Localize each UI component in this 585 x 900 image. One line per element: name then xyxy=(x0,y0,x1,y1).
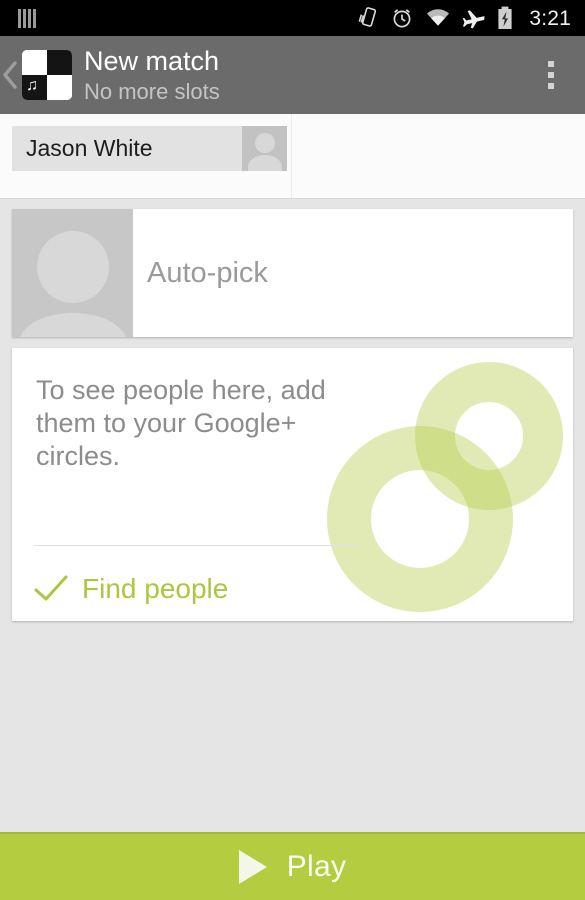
play-button-label: Play xyxy=(286,850,347,883)
recipient-avatar xyxy=(242,126,287,171)
auto-pick-label: Auto-pick xyxy=(147,256,268,289)
status-bar-right: 3:21 xyxy=(357,6,571,30)
status-bar: 3:21 xyxy=(0,0,585,36)
vibrate-icon xyxy=(358,7,377,27)
airplane-mode-icon xyxy=(463,10,485,29)
battery-charging-icon xyxy=(498,6,512,29)
page-title: New match xyxy=(84,45,220,76)
action-bar: ♫ New match No more slots xyxy=(0,36,585,114)
overflow-dot xyxy=(548,72,554,78)
music-note-icon: ♫ xyxy=(26,77,38,94)
auto-pick-avatar xyxy=(12,209,133,337)
overflow-menu-button[interactable] xyxy=(527,36,575,114)
auto-pick-row[interactable]: Auto-pick xyxy=(12,209,573,337)
status-bar-left xyxy=(18,8,36,28)
recipient-chip-jason-white[interactable]: Jason White xyxy=(12,126,287,171)
check-icon xyxy=(34,575,68,601)
find-people-label: Find people xyxy=(82,573,229,604)
status-bar-clock: 3:21 xyxy=(529,6,571,30)
empty-state-card: To see people here, add them to your Goo… xyxy=(12,348,573,621)
play-triangle-icon xyxy=(238,850,267,884)
card-divider xyxy=(34,545,359,546)
wifi-icon xyxy=(427,9,450,26)
action-bar-titles: New match No more slots xyxy=(84,46,527,105)
alarm-clock-icon xyxy=(393,9,411,28)
recipient-chip-label: Jason White xyxy=(26,135,153,161)
recipient-field-divider xyxy=(291,114,292,198)
play-button[interactable]: Play xyxy=(0,832,585,900)
back-button[interactable] xyxy=(0,36,22,114)
find-people-button[interactable]: Find people xyxy=(34,563,228,615)
sim-card-icon xyxy=(18,8,36,28)
empty-state-message: To see people here, add them to your Goo… xyxy=(36,375,326,471)
app-icon: ♫ xyxy=(22,50,72,100)
back-chevron-icon xyxy=(3,61,17,89)
overflow-dot xyxy=(548,61,554,67)
app-root: 3:21 ♫ New match No more slots Jason Whi… xyxy=(0,0,585,900)
overflow-dot xyxy=(548,83,554,89)
page-subtitle: No more slots xyxy=(84,78,220,104)
